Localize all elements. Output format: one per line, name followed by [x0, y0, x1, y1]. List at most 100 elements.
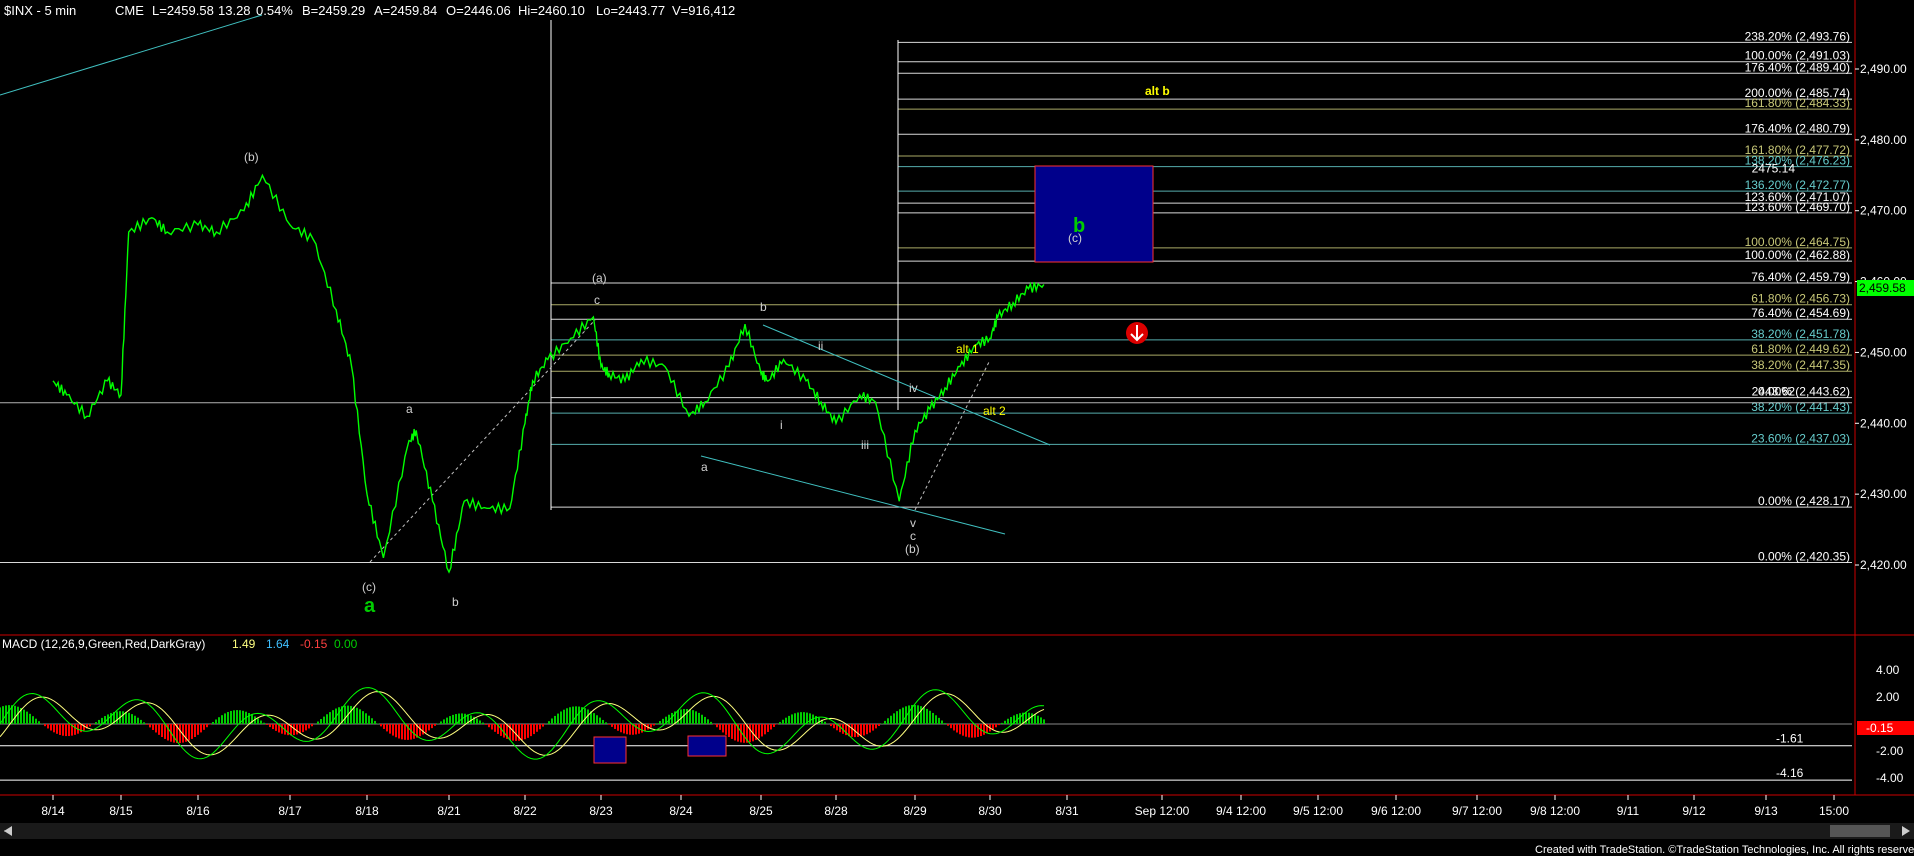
- fib-level-label: 76.40% (2,454.69): [1751, 306, 1850, 320]
- fib-level-label: 176.40% (2,480.79): [1745, 121, 1850, 135]
- wave-label-v: v: [910, 516, 916, 530]
- wave-label-c-8-29: c: [910, 529, 916, 543]
- y-tick-label: 2,430.00: [1860, 487, 1907, 501]
- low-label: Lo=2443.77: [596, 3, 665, 18]
- x-tick-label: 15:00: [1819, 804, 1849, 818]
- fib-level-label: 76.40% (2,459.79): [1751, 270, 1850, 284]
- wave-label-paren-a: (a): [592, 271, 607, 285]
- x-tick-label: 9/7 12:00: [1452, 804, 1502, 818]
- x-tick-label: 9/11: [1617, 804, 1640, 818]
- y-tick-label: 2,420.00: [1860, 558, 1907, 572]
- wave-label-i: i: [780, 418, 783, 432]
- fib-level-label: 61.80% (2,449.62): [1751, 342, 1850, 356]
- x-tick-label: 9/6 12:00: [1371, 804, 1421, 818]
- x-tick-label: 9/13: [1754, 804, 1778, 818]
- wave-label-alt-b: alt b: [1145, 84, 1170, 98]
- wave-label-ii: ii: [818, 339, 823, 353]
- macd-value: 1.49: [232, 637, 256, 651]
- last-price-badge-text: 2,459.58: [1859, 281, 1906, 295]
- fib-level-label: 0.00% (2,428.17): [1758, 494, 1850, 508]
- wave-label-alt-1: alt 1: [956, 342, 979, 356]
- signal-value: 1.64: [266, 637, 290, 651]
- x-tick-label: 8/18: [355, 804, 379, 818]
- x-tick-label: 8/21: [437, 804, 461, 818]
- fib-level-label: 23.60% (2,437.03): [1751, 431, 1850, 445]
- macd-box-1: [593, 736, 627, 764]
- x-tick-label: 8/23: [589, 804, 613, 818]
- x-tick-label: 8/28: [824, 804, 848, 818]
- fib-level-label: 161.80% (2,484.33): [1745, 96, 1850, 110]
- fib-level-label: 61.80% (2,456.73): [1751, 292, 1850, 306]
- wave-label-b-8-25: b: [760, 300, 767, 314]
- diff-value: -0.15: [300, 637, 328, 651]
- scroll-thumb[interactable]: [1830, 825, 1890, 837]
- wave-label-a-mid: a: [406, 402, 413, 416]
- macd-current-badge-text: -0.15: [1866, 721, 1894, 735]
- macd-box-2: [687, 735, 727, 757]
- x-tick-label: 8/24: [669, 804, 693, 818]
- wave-label-c-top: c: [594, 293, 600, 307]
- wave-label-paren-c-low: (c): [362, 580, 376, 594]
- y-tick-label: 2,450.00: [1860, 345, 1907, 359]
- ask-label: A=2459.84: [374, 3, 437, 18]
- fib-level-label: 38.20% (2,447.35): [1751, 358, 1850, 372]
- change-pct-label: 0.54%: [256, 3, 293, 18]
- macd-y-tick: -2.00: [1876, 744, 1904, 758]
- wave-label-a-green: a: [364, 595, 376, 617]
- horizontal-scrollbar[interactable]: [0, 823, 1914, 839]
- fib-level-label: 100.00% (2,464.75): [1745, 235, 1850, 249]
- wave-label-iv: iv: [909, 381, 918, 395]
- wave-label-paren-c-box: (c): [1068, 231, 1082, 245]
- open-label: O=2446.06: [446, 3, 511, 18]
- macd-y-tick: 2.00: [1876, 690, 1900, 704]
- fib-level-label: 0.00% (2,420.35): [1758, 550, 1850, 564]
- wave-label-paren-b-8-29: (b): [905, 542, 920, 556]
- x-tick-label: Sep 12:00: [1135, 804, 1190, 818]
- exchange-label: CME: [115, 3, 144, 18]
- wave-label-paren-b-top: (b): [244, 150, 259, 164]
- x-tick-label: 8/14: [41, 804, 65, 818]
- x-tick-label: 8/16: [186, 804, 210, 818]
- wave-label-a-8-24: a: [701, 460, 708, 474]
- bid-label: B=2459.29: [302, 3, 365, 18]
- last-price-label: L=2459.58: [152, 3, 214, 18]
- macd-y-tick: 4.00: [1876, 663, 1900, 677]
- x-tick-label: 8/15: [109, 804, 133, 818]
- target-zone-box: [1034, 165, 1154, 263]
- macd-y-tick: -4.00: [1876, 771, 1904, 785]
- fib-level-label: 2475.14: [1752, 161, 1796, 175]
- wave-label-alt-2: alt 2: [983, 404, 1006, 418]
- x-tick-label: 8/25: [749, 804, 773, 818]
- x-tick-label: 9/4 12:00: [1216, 804, 1266, 818]
- x-tick-label: 8/30: [978, 804, 1002, 818]
- x-tick-label: 8/29: [903, 804, 927, 818]
- fib-level-label: 238.20% (2,493.76): [1745, 29, 1850, 43]
- fib-level-label: 2443.62: [1752, 385, 1796, 399]
- fib-level-label: 38.20% (2,451.78): [1751, 327, 1850, 341]
- wave-label-iii: iii: [861, 438, 869, 452]
- x-tick-label: 9/5 12:00: [1293, 804, 1343, 818]
- symbol-label: $INX - 5 min: [4, 3, 76, 18]
- volume-label: V=916,412: [672, 3, 735, 18]
- x-tick-label: 8/22: [513, 804, 537, 818]
- fib-level-label: 100.00% (2,462.88): [1745, 248, 1850, 262]
- high-label: Hi=2460.10: [518, 3, 585, 18]
- x-tick-label: 9/8 12:00: [1530, 804, 1580, 818]
- y-tick-label: 2,440.00: [1860, 416, 1907, 430]
- macd-level-label: -1.61: [1776, 732, 1804, 746]
- fib-level-label: 176.40% (2,489.40): [1745, 60, 1850, 74]
- zero-value: 0.00: [334, 637, 358, 651]
- x-tick-label: 8/17: [278, 804, 302, 818]
- change-label: 13.28: [218, 3, 251, 18]
- macd-title: MACD (12,26,9,Green,Red,DarkGray): [2, 637, 205, 651]
- macd-level-label: -4.16: [1776, 766, 1804, 780]
- x-tick-label: 8/31: [1055, 804, 1079, 818]
- fib-level-label: 123.60% (2,469.70): [1745, 200, 1850, 214]
- y-tick-label: 2,490.00: [1860, 62, 1907, 76]
- y-tick-label: 2,480.00: [1860, 133, 1907, 147]
- x-tick-label: 9/12: [1682, 804, 1706, 818]
- wave-label-b-low: b: [452, 595, 459, 609]
- stock-chart: $INX - 5 min CME L=2459.58 13.28 0.54% B…: [0, 0, 1914, 856]
- y-tick-label: 2,470.00: [1860, 204, 1907, 218]
- copyright-footer: Created with TradeStation. ©TradeStation…: [1535, 844, 1914, 856]
